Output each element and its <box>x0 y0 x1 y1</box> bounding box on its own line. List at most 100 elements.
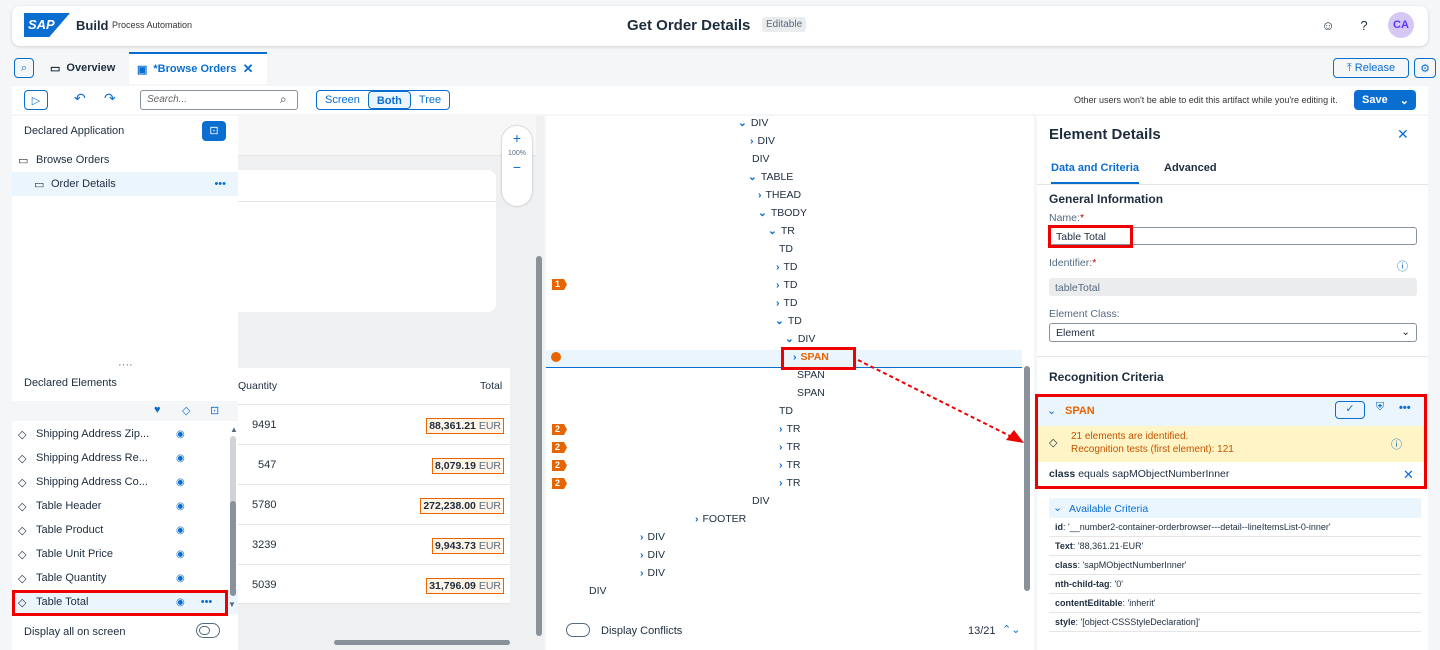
nav-arrows-icon[interactable]: ⌃⌄ <box>1002 623 1020 636</box>
search-input[interactable]: Search... <box>140 90 298 110</box>
more-icon[interactable]: ••• <box>214 178 226 190</box>
undo-icon[interactable]: ↶ <box>74 90 86 107</box>
amount-cell[interactable]: 8,079.19 EUR <box>432 458 504 474</box>
list-item[interactable]: nth-child-tag: '0' <box>1049 575 1421 594</box>
declared-elements-heading: Declared Elements <box>24 377 117 389</box>
run-icon[interactable]: ▷ <box>24 90 48 110</box>
save-button[interactable]: Save ⌄ <box>1354 90 1416 110</box>
seg-screen[interactable]: Screen <box>317 91 368 109</box>
list-item[interactable]: ◇ Shipping Address Re... ◉ <box>12 446 238 470</box>
tree-node[interactable]: TD <box>779 243 793 261</box>
tree-node[interactable]: ⌄ TD <box>775 315 802 333</box>
list-item[interactable]: class: 'sapMObjectNumberInner' <box>1049 556 1421 575</box>
close-icon[interactable]: ✕ <box>243 61 254 77</box>
conflict-badge[interactable]: 2 <box>552 460 567 471</box>
conflict-badge[interactable]: 2 <box>552 478 567 489</box>
tree-node[interactable]: › DIV <box>640 531 665 549</box>
release-button[interactable]: ⤒ Release <box>1333 58 1409 78</box>
screen-item-order-details[interactable]: ▭ Order Details ••• <box>12 172 238 196</box>
settings-icon[interactable]: ⚙ <box>1414 58 1436 78</box>
view-segmented-button[interactable]: Screen Both Tree <box>316 90 451 110</box>
filter-declared-icon[interactable]: ♥ <box>154 404 161 416</box>
redo-icon[interactable]: ↷ <box>104 90 116 107</box>
amount-cell[interactable]: 9,943.73 EUR <box>432 538 504 554</box>
tree-node[interactable]: › TD <box>776 279 798 297</box>
tree-node[interactable]: › TD <box>776 297 798 315</box>
search-screen-icon[interactable]: ⌕ <box>14 58 34 78</box>
list-item[interactable]: style: '[object·CSSStyleDeclaration]' <box>1049 613 1421 632</box>
tab-advanced[interactable]: Advanced <box>1164 162 1217 174</box>
tree-node[interactable]: › TR <box>779 423 801 441</box>
zoom-in-icon[interactable]: + <box>502 130 532 146</box>
filter-screen-icon[interactable]: ⊡ <box>210 404 219 417</box>
tree-node[interactable]: ⌄ TR <box>768 225 795 243</box>
tree-node[interactable]: › TR <box>779 441 801 459</box>
tree-node[interactable]: › TD <box>776 261 798 279</box>
seg-both[interactable]: Both <box>367 91 411 109</box>
screen-item-browse-orders[interactable]: ▭ Browse Orders <box>18 148 238 172</box>
feedback-icon[interactable]: ☺ <box>1317 14 1339 36</box>
tree-node[interactable]: ⌄ DIV <box>738 117 768 135</box>
preview-v-scroll[interactable] <box>536 256 542 636</box>
filter-unused-icon[interactable]: ◇ <box>182 404 190 417</box>
zoom-out-icon[interactable]: − <box>502 159 532 175</box>
display-all-toggle[interactable] <box>196 623 220 638</box>
scroll-down-icon[interactable]: ▼ <box>228 600 236 609</box>
list-item[interactable]: ◇ Shipping Address Co... ◉ <box>12 470 238 494</box>
avatar[interactable]: CA <box>1388 12 1414 38</box>
eye-icon[interactable]: ◉ <box>176 453 185 464</box>
amount-cell[interactable]: 272,238.00 EUR <box>420 498 504 514</box>
list-item[interactable]: ◇ Table Unit Price ◉ <box>12 542 238 566</box>
conflict-badge[interactable]: 2 <box>552 442 567 453</box>
list-item[interactable]: ◇ Table Header ◉ <box>12 494 238 518</box>
list-item[interactable]: ◇ Shipping Address Zip... ◉ <box>12 422 238 446</box>
class-select[interactable]: Element ⌄ <box>1049 323 1417 342</box>
preview-h-scroll[interactable] <box>334 640 510 645</box>
eye-icon[interactable]: ◉ <box>176 429 185 440</box>
tree-node[interactable]: SPAN <box>797 387 825 405</box>
seg-tree[interactable]: Tree <box>411 91 449 109</box>
close-icon[interactable]: ✕ <box>1397 126 1409 143</box>
tree-node[interactable]: DIV <box>752 153 770 171</box>
eye-icon[interactable]: ◉ <box>176 501 185 512</box>
conflict-badge[interactable]: 1 <box>552 279 567 290</box>
help-icon[interactable]: ⓘ <box>1397 258 1408 274</box>
tab-browse-orders[interactable]: ▣ *Browse Orders ✕ <box>129 52 267 84</box>
eye-icon[interactable]: ◉ <box>176 477 185 488</box>
tree-node[interactable]: › FOOTER <box>695 513 746 531</box>
conflict-badge[interactable]: 2 <box>552 424 567 435</box>
list-item[interactable]: contentEditable: 'inherit' <box>1049 594 1421 613</box>
element-icon: ◇ <box>18 548 27 561</box>
tree-node[interactable]: TD <box>779 405 793 423</box>
tree-node[interactable]: ⌄ TBODY <box>758 207 807 225</box>
available-criteria-header[interactable]: ⌄ Available Criteria <box>1049 498 1421 518</box>
tree-node[interactable]: ⌄ TABLE <box>748 171 793 189</box>
eye-icon[interactable]: ◉ <box>176 525 185 536</box>
capture-screen-icon[interactable]: ⊡ <box>202 121 226 141</box>
chevron-down-icon[interactable]: ⌄ <box>1400 94 1409 107</box>
eye-icon[interactable]: ◉ <box>176 549 185 560</box>
eye-icon[interactable]: ◉ <box>176 573 185 584</box>
tree-node[interactable]: › THEAD <box>758 189 801 207</box>
list-item[interactable]: ◇ Table Product ◉ <box>12 518 238 542</box>
tree-node[interactable]: SPAN <box>797 369 825 387</box>
tree-node[interactable]: › DIV <box>750 135 775 153</box>
tree-node[interactable]: › DIV <box>640 567 665 585</box>
tab-overview[interactable]: ▭ Overview <box>50 52 115 84</box>
amount-cell[interactable]: 88,361.21 EUR <box>426 418 504 434</box>
help-icon[interactable]: ? <box>1353 14 1375 36</box>
tree-node[interactable]: DIV <box>752 495 770 513</box>
splitter-handle[interactable]: ···· <box>118 359 133 371</box>
list-item[interactable]: Text: '88,361.21·EUR' <box>1049 537 1421 556</box>
list-scroll-thumb[interactable] <box>230 501 236 596</box>
conflicts-toggle[interactable] <box>566 623 590 637</box>
tree-node[interactable]: DIV <box>589 585 607 603</box>
tree-node[interactable]: › TR <box>779 477 801 495</box>
list-item[interactable]: ◇ Table Quantity ◉ <box>12 566 238 590</box>
search-icon[interactable]: ⌕ <box>280 92 287 107</box>
tree-node[interactable]: › TR <box>779 459 801 477</box>
tree-node[interactable]: › DIV <box>640 549 665 567</box>
amount-cell[interactable]: 31,796.09 EUR <box>426 578 504 594</box>
tab-data-criteria[interactable]: Data and Criteria <box>1051 162 1140 185</box>
list-item[interactable]: id: '__number2-container-orderbrowser---… <box>1049 518 1421 537</box>
